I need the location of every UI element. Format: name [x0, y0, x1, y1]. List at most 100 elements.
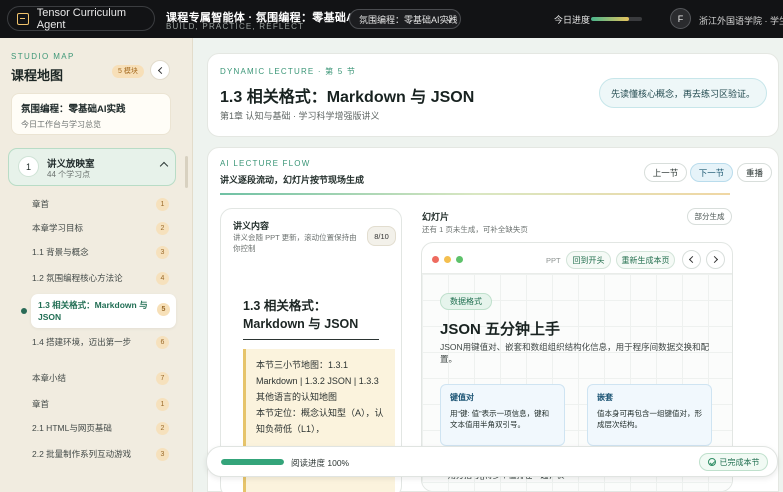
slide-card-key-value: 键值对 用“键: 值”表示一项信息，键和文本值用半角双引号。	[440, 384, 565, 446]
reading-progress-label: 阅读进度 100%	[291, 458, 350, 468]
top-bar: Tensor Curriculum Agent 课程专属智能体 · 氛围编程：零…	[0, 0, 783, 38]
back-to-start-button[interactable]: 回到开头	[566, 251, 611, 269]
lecture-subtitle: 第1章 认知与基础 · 学习科学增强版讲义	[220, 111, 380, 121]
prev-slide-button[interactable]	[682, 250, 701, 269]
regenerate-slide-button[interactable]: 重新生成本页	[616, 251, 675, 269]
lesson-item[interactable]: 2.2 批量制作系列互动游戏 3	[32, 448, 175, 461]
lesson-number: 2	[156, 422, 169, 435]
slides-title: 幻灯片	[422, 212, 450, 222]
lesson-item[interactable]: 2.1 HTML与网页基础 2	[32, 422, 175, 435]
check-circle-icon	[707, 458, 716, 466]
lesson-item[interactable]: 本章学习目标 2	[32, 222, 175, 235]
lesson-item[interactable]: 1.2 氛围编程核心方法论 4	[32, 272, 175, 285]
lesson-label: 章首	[32, 399, 50, 409]
lesson-item[interactable]: 1.4 搭建环境，迈出第一步 6	[32, 336, 175, 349]
lesson-label: 章首	[32, 199, 50, 209]
sidebar-scrollbar[interactable]	[185, 156, 188, 188]
lesson-number: 6	[156, 336, 169, 349]
slide-card-nesting: 嵌套 值本身可再包含一组键值对，形成层次结构。	[587, 384, 712, 446]
slide-heading: JSON 五分钟上手	[440, 321, 561, 338]
slide-card-text: 用“键: 值”表示一项信息，键和文本值用半角双引号。	[450, 409, 550, 429]
notes-page-badge: 8/10	[367, 226, 396, 246]
active-lesson-indicator	[21, 308, 27, 314]
daily-progress-label: 今日进度	[554, 15, 591, 25]
lesson-label: 1.1 背景与概念	[32, 247, 89, 257]
chapter-name: 讲义放映室	[47, 159, 95, 170]
lesson-label: 2.2 批量制作系列互动游戏	[32, 449, 132, 459]
slide-toolbar: PPT 回到开头 重新生成本页	[422, 243, 732, 273]
lesson-label: 2.1 HTML与网页基础	[32, 423, 112, 433]
chevron-right-icon	[710, 255, 719, 264]
notes-heading: 1.3 相关格式：Markdown 与 JSON	[243, 299, 359, 331]
lesson-number: 5	[157, 303, 170, 316]
reading-progress-fill	[221, 459, 284, 465]
slide-description: JSON用键值对、嵌套和数组组织结构化信息，用于程序间数据交换和配置。	[440, 342, 710, 364]
lecture-header: DYNAMIC LECTURE · 第 5 节 1.3 相关格式：Markdow…	[207, 53, 779, 137]
lesson-number: 4	[156, 272, 169, 285]
lesson-item-active[interactable]: 1.3 相关格式：Markdown 与 JSON 5	[31, 294, 176, 328]
chapter-card[interactable]: 1 讲义放映室 44 个学习点	[8, 148, 176, 186]
lecture-eyebrow: DYNAMIC LECTURE · 第 5 节	[220, 67, 357, 76]
window-dot-red	[432, 256, 439, 263]
course-card-subtitle: 今日工作台与学习总览	[21, 120, 101, 129]
lecture-flow-panel: AI LECTURE FLOW 讲义逐段流动，幻灯片按节现场生成 上一节 下一节…	[207, 147, 779, 492]
window-dot-yellow	[444, 256, 451, 263]
section-complete-button[interactable]: 已完成本节	[699, 453, 768, 471]
chapter-subtitle: 44 个学习点	[47, 170, 91, 179]
lesson-label: 1.2 氛围编程核心方法论	[32, 273, 123, 283]
avatar[interactable]: F	[670, 8, 691, 29]
chevron-up-icon[interactable]	[159, 161, 169, 171]
lesson-number: 3	[156, 448, 169, 461]
reading-progress-bar: 阅读进度 100% 已完成本节	[206, 446, 778, 477]
lesson-number: 2	[156, 222, 169, 235]
user-org: 浙江外国语学院 · 学生	[699, 16, 783, 26]
daily-progress-fill	[591, 17, 630, 21]
book-icon	[17, 12, 29, 25]
lesson-number: 7	[156, 372, 169, 385]
lesson-label: 1.4 搭建环境，迈出第一步	[32, 337, 132, 347]
slide-card-title: 嵌套	[597, 393, 613, 402]
slides-subtitle: 还有 1 页未生成，可补全缺失页	[422, 225, 528, 234]
lesson-item[interactable]: 1.1 背景与概念 3	[32, 246, 175, 259]
course-select-value: 氛围编程：零基础AI实践	[359, 14, 458, 25]
sidebar-eyebrow: STUDIO MAP	[11, 52, 75, 61]
app-name: Tensor Curriculum Agent	[36, 6, 126, 31]
chapter-number: 1	[18, 156, 39, 177]
lesson-number: 1	[156, 198, 169, 211]
next-slide-button[interactable]	[706, 250, 725, 269]
replay-button[interactable]: 重播	[737, 163, 772, 182]
notes-body-text: 本节定位：概念认知型（A），认知负荷低（L1），	[256, 408, 384, 434]
lesson-number: 1	[156, 398, 169, 411]
ppt-label: PPT	[546, 256, 561, 265]
chevron-left-icon	[688, 255, 697, 264]
prev-section-button[interactable]: 上一节	[644, 163, 687, 182]
partial-generation-badge[interactable]: 部分生成	[687, 208, 732, 225]
next-section-button[interactable]: 下一节	[690, 163, 733, 182]
lesson-item[interactable]: 章首 1	[32, 198, 175, 211]
lesson-number: 3	[156, 246, 169, 259]
window-dot-green	[456, 256, 463, 263]
chevron-left-icon	[157, 66, 165, 74]
notes-subtitle: 讲义会随 PPT 更新，滚动位置保持由你控制	[233, 233, 357, 253]
flow-title: 讲义逐段流动，幻灯片按节现场生成	[220, 175, 365, 185]
flow-divider	[220, 193, 730, 195]
lesson-item[interactable]: 章首 1	[32, 398, 175, 411]
lesson-item[interactable]: 本章小结 7	[32, 372, 175, 385]
collapse-sidebar-button[interactable]	[150, 60, 170, 80]
app-brand[interactable]: Tensor Curriculum Agent	[7, 6, 155, 31]
section-complete-label: 已完成本节	[719, 457, 760, 467]
slide-card-text: 值本身可再包含一组键值对，形成层次结构。	[597, 409, 702, 429]
lesson-label: 本章小结	[32, 373, 67, 383]
notes-divider	[243, 339, 379, 340]
slide-card-title: 键值对	[450, 393, 474, 402]
daily-progress-bar	[591, 17, 642, 21]
module-count-badge: 5 模块	[112, 65, 144, 78]
course-subtitle: BUILD, PRACTICE, REFLECT	[166, 22, 305, 31]
lecture-title: 1.3 相关格式：Markdown 与 JSON	[220, 89, 475, 106]
course-select[interactable]: 氛围编程：零基础AI实践	[349, 9, 461, 29]
course-card-title: 氛围编程：零基础AI实践	[21, 104, 126, 115]
course-overview-card[interactable]: 氛围编程：零基础AI实践 今日工作台与学习总览	[11, 93, 171, 135]
notes-title: 讲义内容	[233, 221, 270, 231]
lesson-label: 1.3 相关格式：Markdown 与 JSON	[38, 300, 148, 322]
slide-tag: 数据格式	[440, 293, 492, 310]
